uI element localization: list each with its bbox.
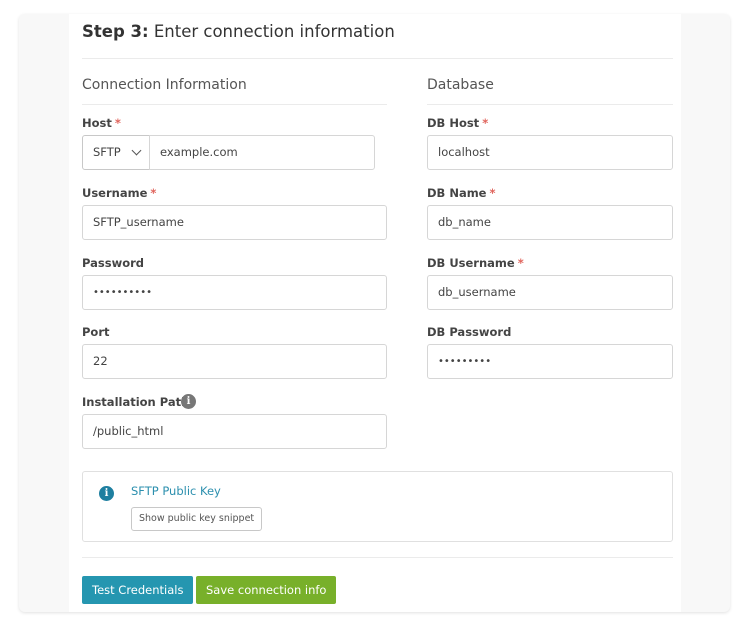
- database-divider: [427, 104, 673, 105]
- host-label: Host *: [82, 116, 121, 130]
- step-title: Enter connection information: [153, 22, 395, 41]
- install-path-input[interactable]: /public_html: [82, 414, 387, 449]
- username-label-text: Username: [82, 186, 148, 200]
- db-username-label-text: DB Username: [427, 256, 515, 270]
- info-icon: i: [99, 486, 114, 501]
- db-username-input[interactable]: db_username: [427, 275, 673, 310]
- db-name-input[interactable]: db_name: [427, 205, 673, 240]
- connection-section-title: Connection Information: [82, 77, 247, 93]
- connection-divider: [82, 104, 387, 105]
- host-input[interactable]: example.com: [149, 135, 375, 170]
- password-label: Password: [82, 256, 144, 270]
- username-label: Username *: [82, 186, 156, 200]
- public-key-panel: i SFTP Public Key Show public key snippe…: [82, 471, 673, 542]
- title-divider: [82, 58, 673, 59]
- form-panel: Step 3: Enter connection information Con…: [69, 14, 681, 612]
- page-title: Step 3: Enter connection information: [82, 22, 395, 41]
- password-input[interactable]: ••••••••••: [82, 275, 387, 310]
- sftp-public-key-link[interactable]: SFTP Public Key: [131, 484, 221, 498]
- protocol-select[interactable]: SFTP: [82, 135, 150, 170]
- host-label-text: Host: [82, 116, 112, 130]
- db-password-input[interactable]: •••••••••: [427, 344, 673, 379]
- connection-card: Step 3: Enter connection information Con…: [19, 14, 730, 612]
- info-icon[interactable]: i: [181, 394, 196, 409]
- save-connection-button[interactable]: Save connection info: [196, 576, 337, 604]
- install-path-label: Installation Path: [82, 395, 190, 409]
- test-credentials-button[interactable]: Test Credentials: [82, 576, 194, 604]
- db-name-label: DB Name *: [427, 186, 496, 200]
- show-public-key-button[interactable]: Show public key snippet: [131, 507, 263, 531]
- protocol-value: SFTP: [93, 145, 121, 159]
- required-asterisk: *: [517, 256, 524, 270]
- db-host-label-text: DB Host: [427, 116, 480, 130]
- port-input[interactable]: 22: [82, 344, 387, 379]
- db-username-label: DB Username *: [427, 256, 524, 270]
- required-asterisk: *: [150, 186, 157, 200]
- required-asterisk: *: [489, 186, 496, 200]
- chevron-down-icon: [131, 145, 142, 156]
- database-section-title: Database: [427, 77, 494, 93]
- db-password-label: DB Password: [427, 325, 512, 339]
- required-asterisk: *: [114, 116, 121, 130]
- port-label: Port: [82, 325, 110, 339]
- db-host-input[interactable]: localhost: [427, 135, 673, 170]
- username-input[interactable]: SFTP_username: [82, 205, 387, 240]
- db-name-label-text: DB Name: [427, 186, 487, 200]
- actions-divider: [82, 557, 673, 558]
- db-host-label: DB Host *: [427, 116, 488, 130]
- step-label: Step 3:: [82, 22, 149, 41]
- required-asterisk: *: [482, 116, 489, 130]
